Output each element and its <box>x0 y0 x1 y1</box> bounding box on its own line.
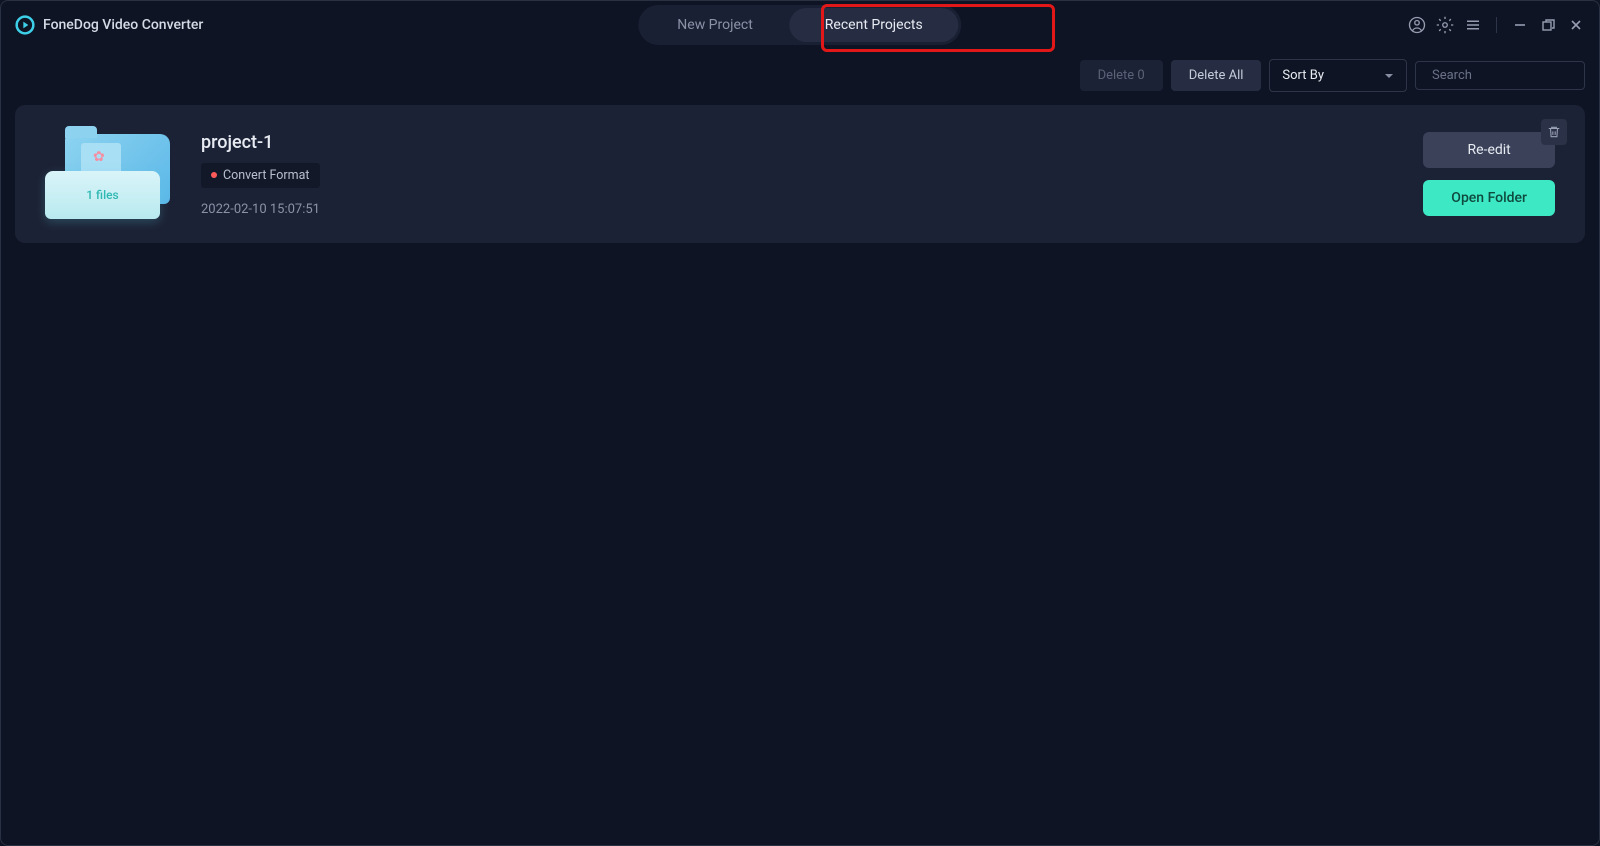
content-area: ✿ 1 files project-1 Convert Format 2022-… <box>1 95 1599 253</box>
delete-all-button[interactable]: Delete All <box>1171 60 1262 91</box>
tab-new-project[interactable]: New Project <box>641 8 789 42</box>
sort-by-dropdown[interactable]: Sort By <box>1269 59 1407 92</box>
project-actions: Re-edit Open Folder <box>1423 132 1555 216</box>
trash-icon <box>1547 125 1561 139</box>
project-date: 2022-02-10 15:07:51 <box>201 202 320 217</box>
search-box[interactable] <box>1415 61 1585 90</box>
search-input[interactable] <box>1432 68 1598 83</box>
folder-front-icon: 1 files <box>45 171 160 219</box>
titlebar: FoneDog Video Converter New Project Rece… <box>1 1 1599 49</box>
project-info: project-1 Convert Format 2022-02-10 15:0… <box>201 132 320 217</box>
toolbar: Delete 0 Delete All Sort By <box>1 55 1599 95</box>
account-icon[interactable] <box>1408 16 1426 34</box>
menu-icon[interactable] <box>1464 16 1482 34</box>
delete-selected-button[interactable]: Delete 0 <box>1080 60 1163 91</box>
project-thumbnail: ✿ 1 files <box>45 129 175 219</box>
minimize-icon[interactable] <box>1511 16 1529 34</box>
open-folder-button[interactable]: Open Folder <box>1423 180 1555 216</box>
chevron-down-icon <box>1384 66 1394 85</box>
app-logo-icon <box>15 15 35 35</box>
folder-file-count: 1 files <box>86 188 118 202</box>
sort-by-label: Sort By <box>1282 68 1324 83</box>
project-name: project-1 <box>201 132 320 153</box>
tab-recent-projects[interactable]: Recent Projects <box>789 8 959 42</box>
project-card: ✿ 1 files project-1 Convert Format 2022-… <box>15 105 1585 243</box>
delete-project-button[interactable] <box>1541 119 1567 145</box>
close-icon[interactable] <box>1567 16 1585 34</box>
tag-label: Convert Format <box>223 168 310 183</box>
app-title: FoneDog Video Converter <box>43 17 203 33</box>
separator <box>1496 17 1497 33</box>
project-tag: Convert Format <box>201 163 320 188</box>
tag-dot-icon <box>211 172 217 178</box>
re-edit-button[interactable]: Re-edit <box>1423 132 1555 168</box>
window-controls <box>1408 16 1585 34</box>
media-icon: ✿ <box>93 149 105 165</box>
maximize-icon[interactable] <box>1539 16 1557 34</box>
app-logo: FoneDog Video Converter <box>15 15 203 35</box>
main-tabs: New Project Recent Projects <box>638 5 961 45</box>
settings-icon[interactable] <box>1436 16 1454 34</box>
